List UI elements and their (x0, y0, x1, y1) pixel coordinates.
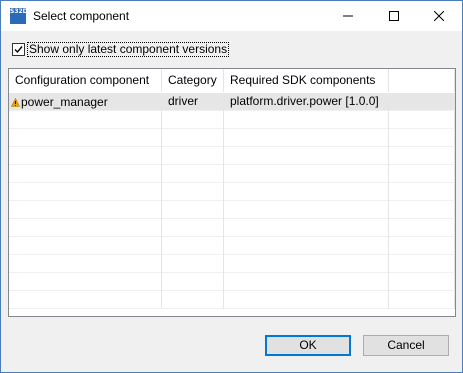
column-header-empty[interactable] (389, 69, 455, 92)
app-icon-text: S32DS (10, 8, 32, 15)
s32ds-app-icon: S32DS (10, 8, 32, 24)
window-title: Select component (33, 9, 130, 23)
empty-row (9, 237, 455, 255)
cell-sdk[interactable]: platform.driver.power [1.0.0] (224, 93, 389, 111)
empty-row (9, 183, 455, 201)
warning-icon (11, 97, 20, 107)
table-header: Configuration component Category Require… (9, 69, 455, 92)
cancel-button[interactable]: Cancel (363, 335, 449, 356)
table-row[interactable]: power_manager driver platform.driver.pow… (9, 93, 455, 111)
empty-row (9, 273, 455, 291)
cell-component[interactable]: power_manager (9, 93, 162, 111)
column-header-category[interactable]: Category (162, 69, 224, 92)
checkmark-icon (14, 45, 23, 53)
minimize-icon (343, 15, 353, 17)
component-table[interactable]: Configuration component Category Require… (8, 68, 456, 317)
empty-row (9, 255, 455, 273)
component-name: power_manager (21, 94, 108, 109)
empty-row (9, 129, 455, 147)
maximize-button[interactable] (371, 1, 417, 31)
empty-row (9, 219, 455, 237)
title-bar[interactable]: S32DS Select component (1, 1, 462, 31)
empty-row (9, 201, 455, 219)
empty-row (9, 291, 455, 309)
ok-button[interactable]: OK (265, 335, 351, 356)
cell-category[interactable]: driver (162, 93, 224, 111)
show-latest-option[interactable]: Show only latest component versions (12, 41, 230, 57)
empty-row (9, 147, 455, 165)
close-icon (434, 11, 444, 21)
select-component-dialog: S32DS Select component Show only latest … (0, 0, 463, 373)
show-latest-label[interactable]: Show only latest component versions (27, 41, 230, 57)
empty-row (9, 111, 455, 129)
show-latest-checkbox[interactable] (12, 42, 25, 56)
minimize-button[interactable] (325, 1, 371, 31)
column-header-configuration-component[interactable]: Configuration component (9, 69, 162, 92)
maximize-icon (389, 11, 399, 21)
empty-row (9, 165, 455, 183)
cell-extra[interactable] (389, 93, 455, 111)
column-header-required-sdk[interactable]: Required SDK components (224, 69, 389, 92)
close-button[interactable] (416, 1, 462, 31)
